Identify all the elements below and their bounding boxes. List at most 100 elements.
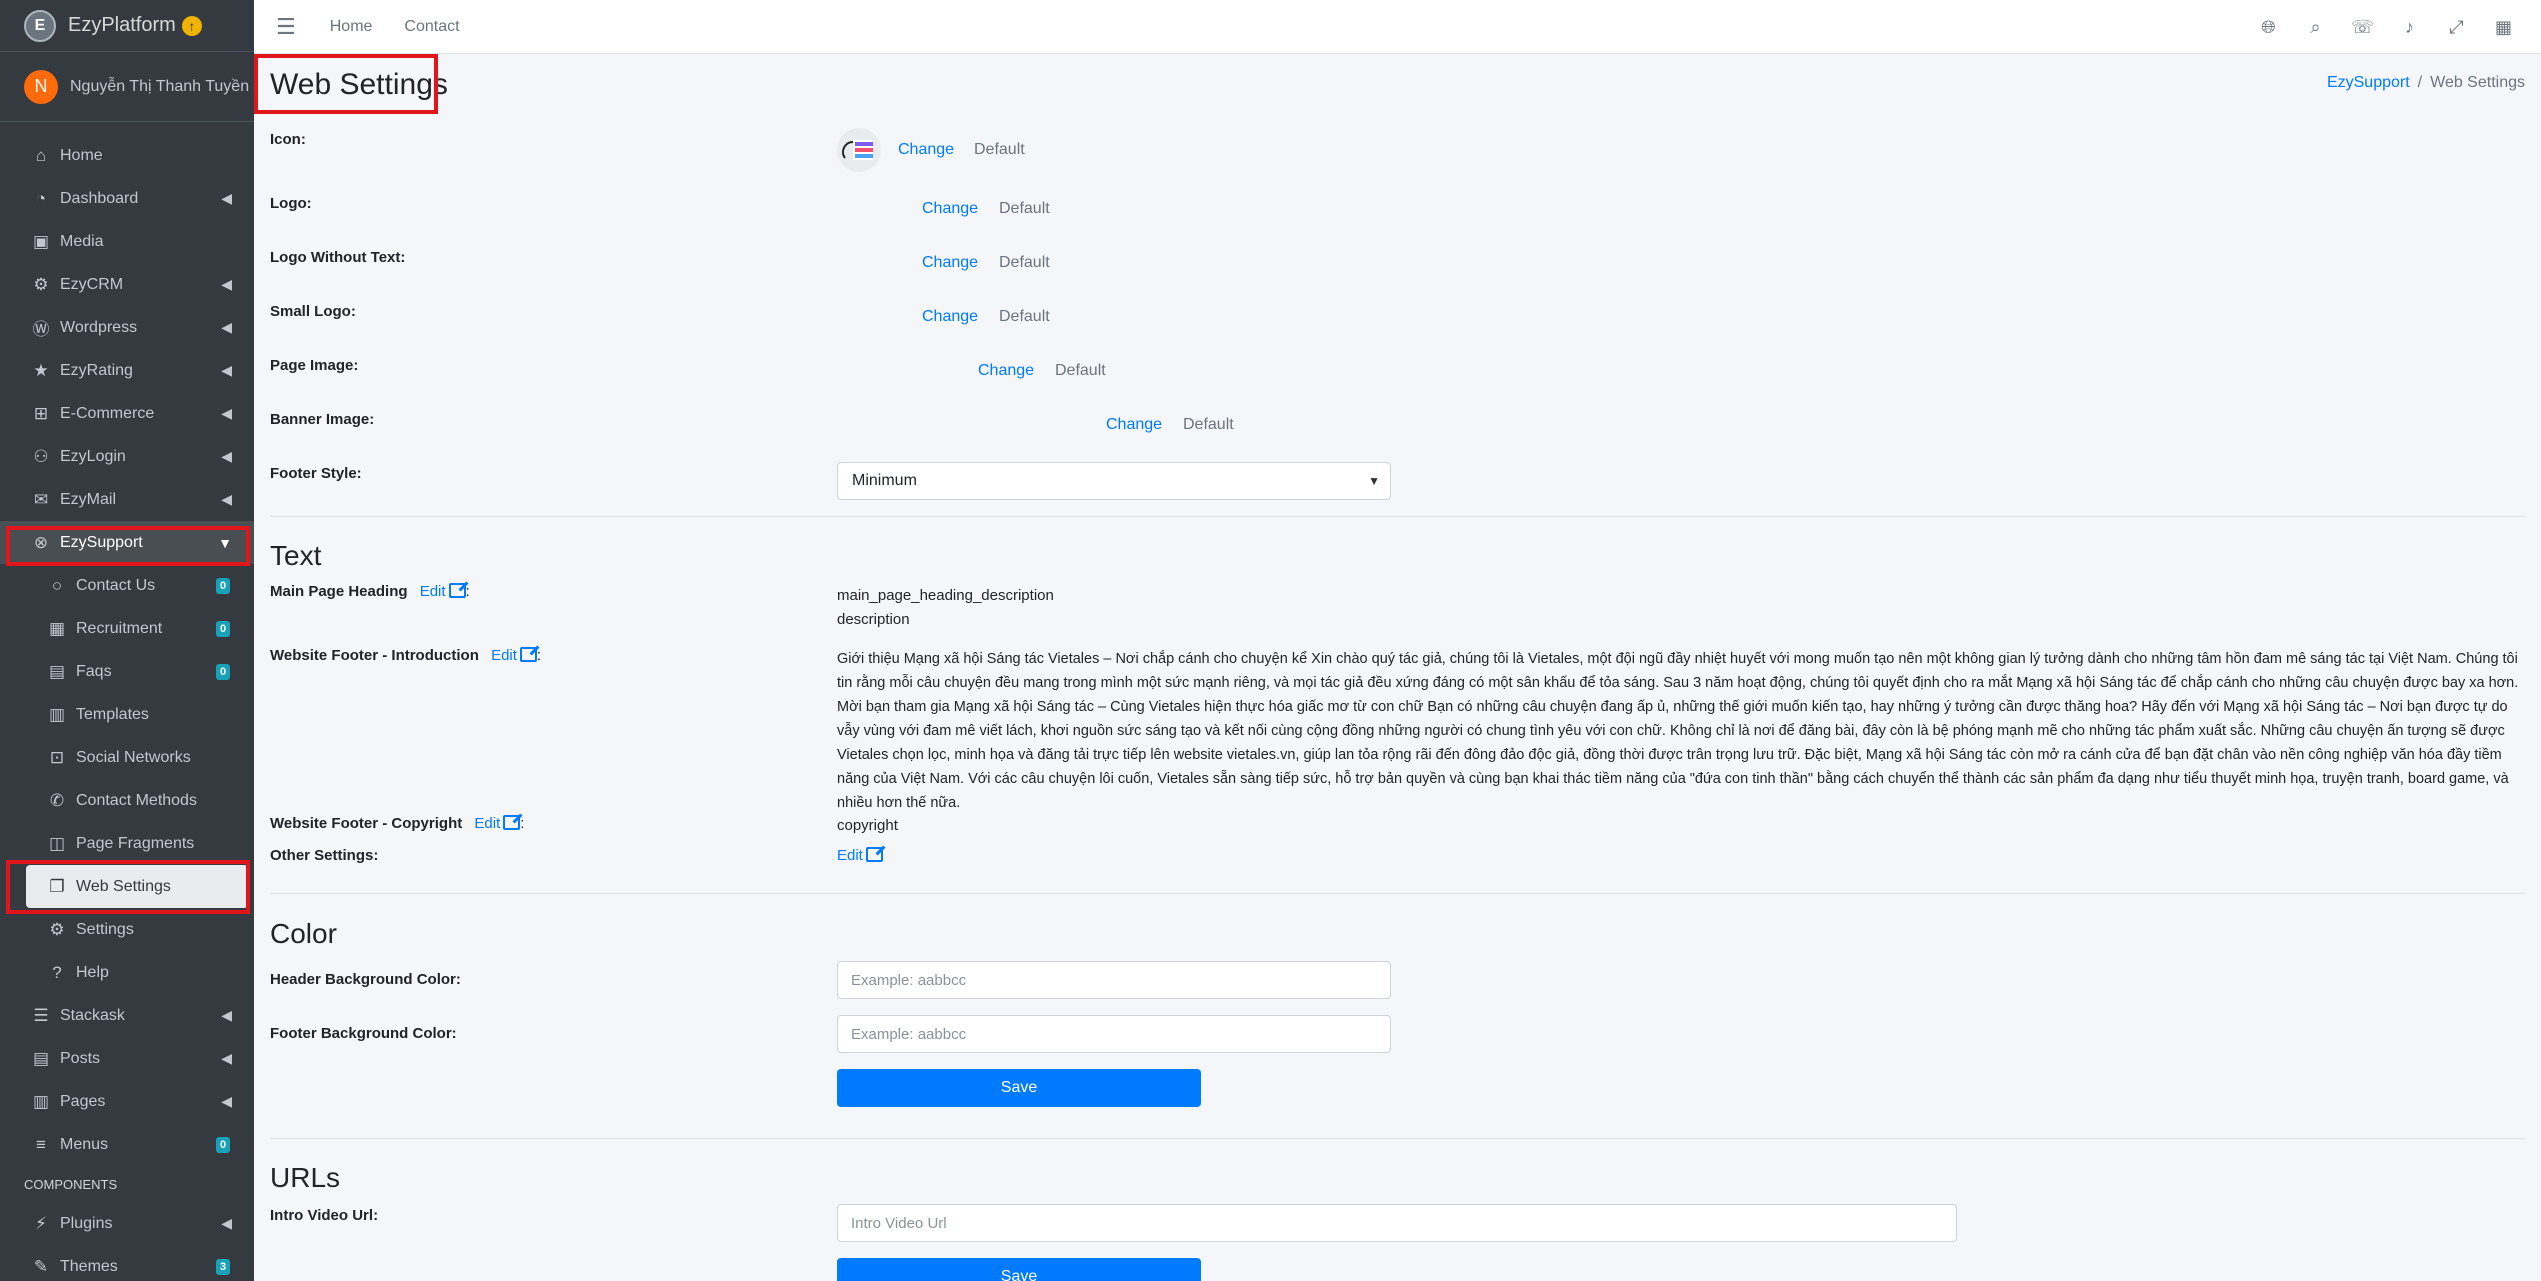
sidebar-item-themes[interactable]: ✎ Themes 3 [0,1245,254,1281]
page-title: Web Settings [270,68,448,101]
page-image-change-link[interactable]: Change [978,362,1034,380]
sidebar-item-contact-us[interactable]: ○ Contact Us 0 [0,564,254,607]
bell-icon[interactable]: ♪ [2386,17,2433,38]
header-bg-color-input[interactable] [837,961,1391,999]
comments-icon[interactable]: ☏ [2339,17,2386,38]
brush-icon: ✎ [33,1256,49,1276]
sidebar-item-ezymail[interactable]: ✉ EzyMail ◀ [0,478,254,521]
chevron-left-icon: ◀ [221,276,232,292]
logo-label: Logo: [270,195,312,212]
logo-without-text-default-link[interactable]: Default [999,254,1050,272]
chevron-left-icon: ◀ [221,1050,232,1066]
sidebar-item-help[interactable]: ? Help [0,951,254,994]
icon-default-link[interactable]: Default [974,141,1025,159]
footer-intro-edit-link[interactable]: Edit [491,647,537,664]
components-header: COMPONENTS [24,1176,118,1192]
edit-icon [865,847,883,862]
save-urls-button[interactable]: Save [837,1258,1201,1281]
globe-icon[interactable]: 🌐︎ [2245,17,2292,38]
sidebar-item-plugins[interactable]: ⚡ Plugins ◀ [0,1202,254,1245]
sidebar-item-ezysupport[interactable]: ⊗ EzySupport ▼ [0,521,254,564]
sidebar-item-media[interactable]: ▣ Media [0,220,254,263]
top-link-contact[interactable]: Contact [404,18,459,36]
plug-icon: ⚡ [35,1213,47,1233]
top-navbar: ☰ Home Contact 🌐︎ ⌕ ☏ ♪ ⤢ ▦ [254,0,2541,54]
sidebar-item-faqs[interactable]: ▤ Faqs 0 [0,650,254,693]
icon-change-link[interactable]: Change [898,141,954,159]
user-name: Nguyễn Thị Thanh Tuyền [70,77,250,95]
banner-image-default-link[interactable]: Default [1183,416,1234,434]
sidebar-item-wordpress[interactable]: Ⓦ Wordpress ◀ [0,306,254,349]
sidebar-item-stackask[interactable]: ☰ Stackask ◀ [0,994,254,1037]
share-icon: ⊡ [49,747,65,767]
main-heading-value: main_page_heading_description [837,587,1054,604]
logo-change-link[interactable]: Change [922,200,978,218]
apps-grid-icon[interactable]: ▦ [2480,17,2527,38]
page-image-default-link[interactable]: Default [1055,362,1106,380]
phone-icon: ✆ [49,790,65,810]
logo-without-text-label: Logo Without Text: [270,249,406,266]
main-heading-edit-link[interactable]: Edit [420,583,466,600]
sidebar-item-ecommerce[interactable]: ⊞ E-Commerce ◀ [0,392,254,435]
wordpress-icon: Ⓦ [32,320,50,339]
sidebar-item-social-networks[interactable]: ⊡ Social Networks [0,736,254,779]
sidebar-item-ezyrating[interactable]: ★ EzyRating ◀ [0,349,254,392]
sidebar-item-label: Home [60,146,103,164]
sidebar-item-web-settings[interactable]: ❐ Web Settings [26,865,248,908]
search-icon[interactable]: ⌕ [2292,17,2339,38]
logo-without-text-change-link[interactable]: Change [922,254,978,272]
brand-name: EzyPlatform [68,14,176,36]
footer-copyright-value: copyright [837,817,898,834]
footer-style-select[interactable]: Minimum ▼ [837,462,1391,500]
edit-label: Edit [491,647,517,664]
chevron-left-icon: ◀ [221,1093,232,1109]
brand[interactable]: E EzyPlatform ↑ [0,0,254,52]
fullscreen-icon[interactable]: ⤢ [2433,17,2480,38]
main-heading-description: description [837,611,910,628]
divider [270,1138,2525,1139]
breadcrumb-current: Web Settings [2430,74,2525,91]
sidebar-item-label: Page Fragments [76,834,195,852]
footer-bg-color-input[interactable] [837,1015,1391,1053]
sidebar-item-dashboard[interactable]: ◔ Dashboard ◀ [0,177,254,220]
logo-default-link[interactable]: Default [999,200,1050,218]
user-panel[interactable]: N Nguyễn Thị Thanh Tuyền [0,52,254,122]
sidebar-item-label: EzyMail [60,490,117,508]
banner-image-change-link[interactable]: Change [1106,416,1162,434]
sidebar-item-page-fragments[interactable]: ◫ Page Fragments [0,822,254,865]
sidebar-item-label: EzyRating [60,361,133,379]
sidebar-item-posts[interactable]: ▤ Posts ◀ [0,1037,254,1080]
intro-video-url-input[interactable] [837,1204,1957,1242]
sidebar-item-label: Plugins [60,1214,113,1232]
icon-label: Icon: [270,131,306,148]
sidebar-item-ezylogin[interactable]: ⚇ EzyLogin ◀ [0,435,254,478]
sidebar-item-contact-methods[interactable]: ✆ Contact Methods [0,779,254,822]
count-badge: 0 [216,577,230,594]
breadcrumb-link-ezysupport[interactable]: EzySupport [2327,74,2410,91]
chevron-left-icon: ◀ [221,362,232,378]
sidebar-item-templates[interactable]: ▥ Templates [0,693,254,736]
small-logo-default-link[interactable]: Default [999,308,1050,326]
sidebar-item-label: Dashboard [60,189,139,207]
banner-image-label: Banner Image: [270,411,375,428]
top-link-home[interactable]: Home [330,18,373,36]
chevron-left-icon: ◀ [221,1215,232,1231]
other-settings-edit-link[interactable]: Edit [837,847,883,864]
sidebar-item-home[interactable]: ⌂ Home [0,134,254,177]
sidebar-item-label: Contact Us [76,576,156,594]
small-logo-change-link[interactable]: Change [922,308,978,326]
sidebar-item-ezycrm[interactable]: ⚙ EzyCRM ◀ [0,263,254,306]
footer-copyright-edit-link[interactable]: Edit [474,815,521,832]
sidebar-item-label: Templates [76,705,149,723]
chevron-down-icon: ▼ [218,534,232,551]
sidebar-item-pages[interactable]: ▥ Pages ◀ [0,1080,254,1123]
breadcrumb-separator: / [2417,74,2423,91]
intro-video-url-label: Intro Video Url: [270,1207,379,1224]
edit-label: Edit [419,583,446,600]
menu-toggle-icon[interactable]: ☰ [276,14,296,40]
sidebar-item-menus[interactable]: ≡ Menus 0 [0,1123,254,1166]
sidebar-item-settings[interactable]: ⚙ Settings [0,908,254,951]
save-color-button[interactable]: Save [837,1069,1201,1107]
window-icon: ❐ [49,876,65,896]
sidebar-item-recruitment[interactable]: ▦ Recruitment 0 [0,607,254,650]
